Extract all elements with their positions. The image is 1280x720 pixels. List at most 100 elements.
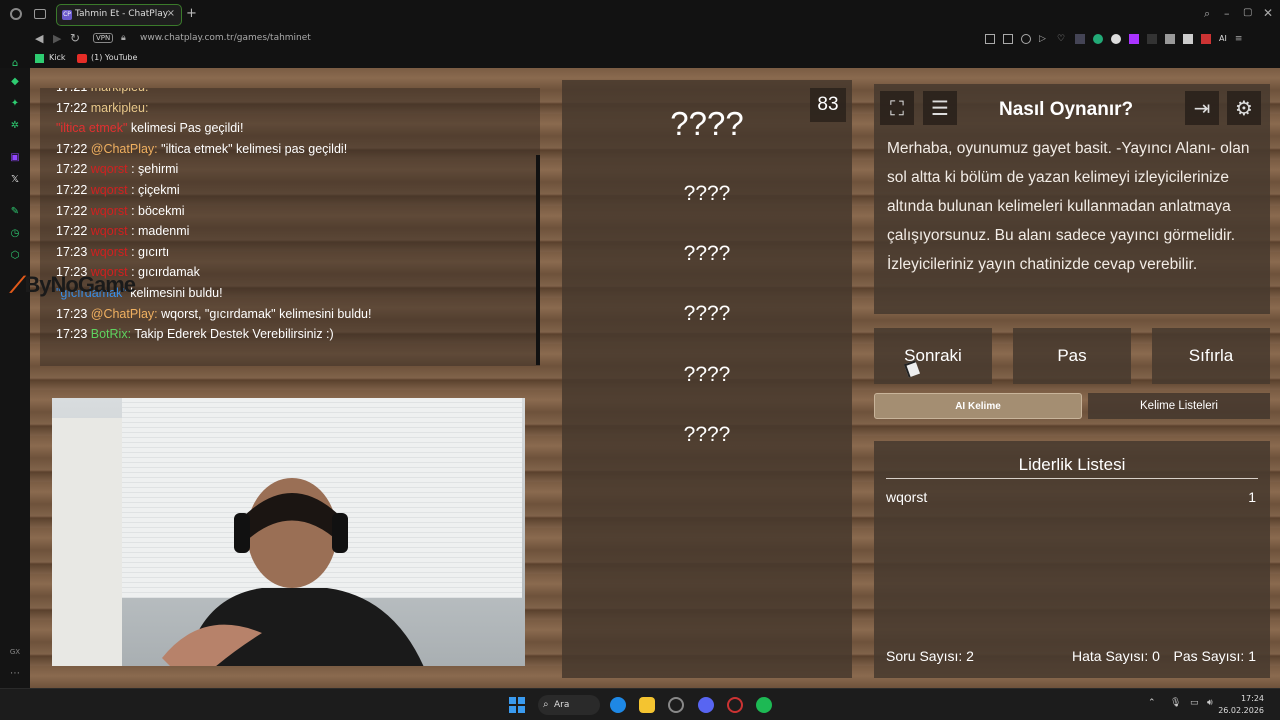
sidebar-tools-icon[interactable]: ✎: [9, 206, 21, 218]
edge-icon[interactable]: [610, 697, 626, 713]
settings-gear-icon[interactable]: ⚙: [1227, 91, 1261, 125]
chat-user: wqorst: [90, 203, 128, 218]
back-icon[interactable]: ◀: [35, 32, 43, 45]
extension-icon[interactable]: [985, 34, 995, 44]
chat-user: "iltica etmek": [56, 121, 128, 136]
search-tabs-icon[interactable]: ⌕: [1204, 7, 1210, 21]
bookmark-youtube[interactable]: (1) YouTube: [91, 53, 137, 62]
rules-document-icon[interactable]: ☰: [923, 91, 957, 125]
chat-message: 17:23 BotRix: Takip Ederek Destek Verebi…: [56, 327, 334, 341]
extension-purple-icon[interactable]: [1129, 34, 1139, 44]
start-icon[interactable]: [509, 697, 525, 713]
opera-icon[interactable]: [727, 697, 743, 713]
heart-icon[interactable]: ♡: [1057, 34, 1067, 44]
sidebar-twitch-icon[interactable]: ▣: [9, 152, 21, 164]
spotify-icon[interactable]: [756, 697, 772, 713]
extension-avatar-icon[interactable]: [1183, 34, 1193, 44]
volume-icon[interactable]: 🔊︎: [1207, 698, 1213, 708]
lock-icon[interactable]: 🔒︎: [121, 33, 126, 43]
opera-gx-logo-icon[interactable]: [10, 8, 22, 20]
extension-sk-icon[interactable]: [1075, 34, 1085, 44]
extension-white-icon[interactable]: [1111, 34, 1121, 44]
question-count: Soru Sayısı: 2: [886, 648, 974, 664]
opera-gx-taskbar-icon[interactable]: [668, 697, 684, 713]
reload-icon[interactable]: ↻: [70, 31, 80, 45]
extension-green-icon[interactable]: [1093, 34, 1103, 44]
webcam-feed: [52, 398, 525, 666]
chat-text: Takip Ederek Destek Verebilirsiniz :): [134, 327, 334, 342]
leaderboard-entry-name: wqorst: [886, 489, 928, 505]
chat-user: wqorst: [90, 244, 128, 259]
extension-f-icon[interactable]: [1147, 34, 1157, 44]
leaderboard-panel: Liderlik Listesi wqorst 1 Soru Sayısı: 2…: [874, 441, 1270, 678]
extensions-toolbar: ▷ ♡ AI ≡: [985, 34, 1270, 46]
bookmark-kick[interactable]: Kick: [49, 53, 66, 62]
chat-time: 17:22: [56, 162, 88, 177]
chat-message: 17:22 wqorst : çiçekmi: [56, 183, 180, 197]
chat-text: "iltica etmek" kelimesi pas geçildi!: [161, 141, 348, 156]
discord-icon[interactable]: [698, 697, 714, 713]
fullscreen-icon[interactable]: ⛶: [880, 91, 914, 125]
pass-count: Pas Sayısı: 1: [1173, 648, 1256, 664]
camera-icon[interactable]: [1021, 34, 1031, 44]
network-icon[interactable]: ▭: [1190, 698, 1199, 708]
main-word: ????: [670, 105, 744, 142]
tab-close-icon[interactable]: ×: [167, 8, 175, 19]
microphone-icon[interactable]: 🎙︎: [1170, 698, 1181, 708]
error-count: Hata Sayısı: 0: [1072, 648, 1160, 664]
vpn-badge[interactable]: VPN: [93, 33, 114, 43]
forbidden-word-4: ????: [683, 363, 731, 386]
tab-title: Tahmin Et - ChatPlay: [75, 9, 169, 19]
sidebar-history-icon[interactable]: ◷: [9, 228, 21, 240]
close-window-icon[interactable]: ✕: [1263, 6, 1273, 20]
reset-button[interactable]: Sıfırla: [1152, 328, 1270, 384]
extension-gray-icon[interactable]: [1165, 34, 1175, 44]
bynogame-logo: ⟋ByNoGame: [10, 272, 136, 297]
tab-chatplay[interactable]: CP Tahmin Et - ChatPlay ×: [56, 4, 182, 26]
chat-text: : böcekmi: [131, 203, 185, 218]
tray-chevron-icon[interactable]: ⌃: [1148, 698, 1156, 708]
sidebar-home-icon[interactable]: ⌂: [9, 58, 21, 70]
url-field[interactable]: www.chatplay.com.tr/games/tahminet: [140, 33, 311, 43]
sidebar-x-icon[interactable]: 𝕏: [9, 174, 21, 186]
next-button[interactable]: Sonraki: [874, 328, 992, 384]
taskbar-search-label: Ara: [554, 700, 570, 710]
menu-icon[interactable]: ≡: [1235, 34, 1243, 46]
new-tab-icon[interactable]: +: [186, 6, 197, 21]
chat-message: "iltica etmek" kelimesi Pas geçildi!: [56, 121, 243, 135]
extension-flag-icon[interactable]: [1201, 34, 1211, 44]
chat-message: 17:23 wqorst : gıcırtı: [56, 245, 169, 259]
taskbar-search[interactable]: ⌕ Ara: [538, 695, 600, 715]
word-lists-button[interactable]: Kelime Listeleri: [1088, 393, 1270, 419]
chat-text: : şehirmi: [131, 162, 179, 177]
maximize-icon[interactable]: ▢: [1243, 7, 1252, 18]
ai-word-button[interactable]: AI Kelime: [874, 393, 1082, 419]
sidebar-more-icon[interactable]: ⋯: [9, 668, 21, 680]
leaderboard-entry-score: 1: [1248, 489, 1256, 505]
sidebar-gx-icon[interactable]: ◆: [9, 76, 21, 88]
kick-icon: [35, 54, 44, 63]
taskbar-clock[interactable]: 17:24 26.02.2026: [1218, 693, 1264, 717]
screenshot-icon[interactable]: [1003, 34, 1013, 44]
minimize-icon[interactable]: –: [1224, 7, 1230, 20]
play-icon[interactable]: ▷: [1039, 34, 1049, 44]
file-explorer-icon[interactable]: [639, 697, 655, 713]
forbidden-word-5: ????: [683, 423, 731, 446]
chat-time: 17:21: [56, 88, 87, 94]
pass-button[interactable]: Pas: [1013, 328, 1131, 384]
chat-user: @ChatPlay:: [90, 141, 158, 156]
chat-time: 17:22: [56, 100, 88, 115]
sidebar-star-icon[interactable]: ✲: [9, 120, 21, 132]
sidebar-game-icon[interactable]: ✦: [9, 98, 21, 110]
ai-extension-label[interactable]: AI: [1219, 34, 1227, 46]
clock-date: 26.02.2026: [1218, 706, 1264, 715]
sidebar-gx-footer-icon[interactable]: GX: [9, 648, 21, 660]
leaderboard-divider: [886, 478, 1258, 479]
forward-icon[interactable]: ▶: [53, 32, 61, 45]
wall-panel: [52, 418, 122, 666]
chat-scrollbar[interactable]: [536, 155, 540, 365]
browser-tab-bar: CP Tahmin Et - ChatPlay × + ⌕ – ▢ ✕: [0, 0, 1280, 30]
workspaces-icon[interactable]: [34, 9, 46, 19]
sidebar-cube-icon[interactable]: ⬡: [9, 250, 21, 262]
logout-icon[interactable]: ⇥: [1185, 91, 1219, 125]
